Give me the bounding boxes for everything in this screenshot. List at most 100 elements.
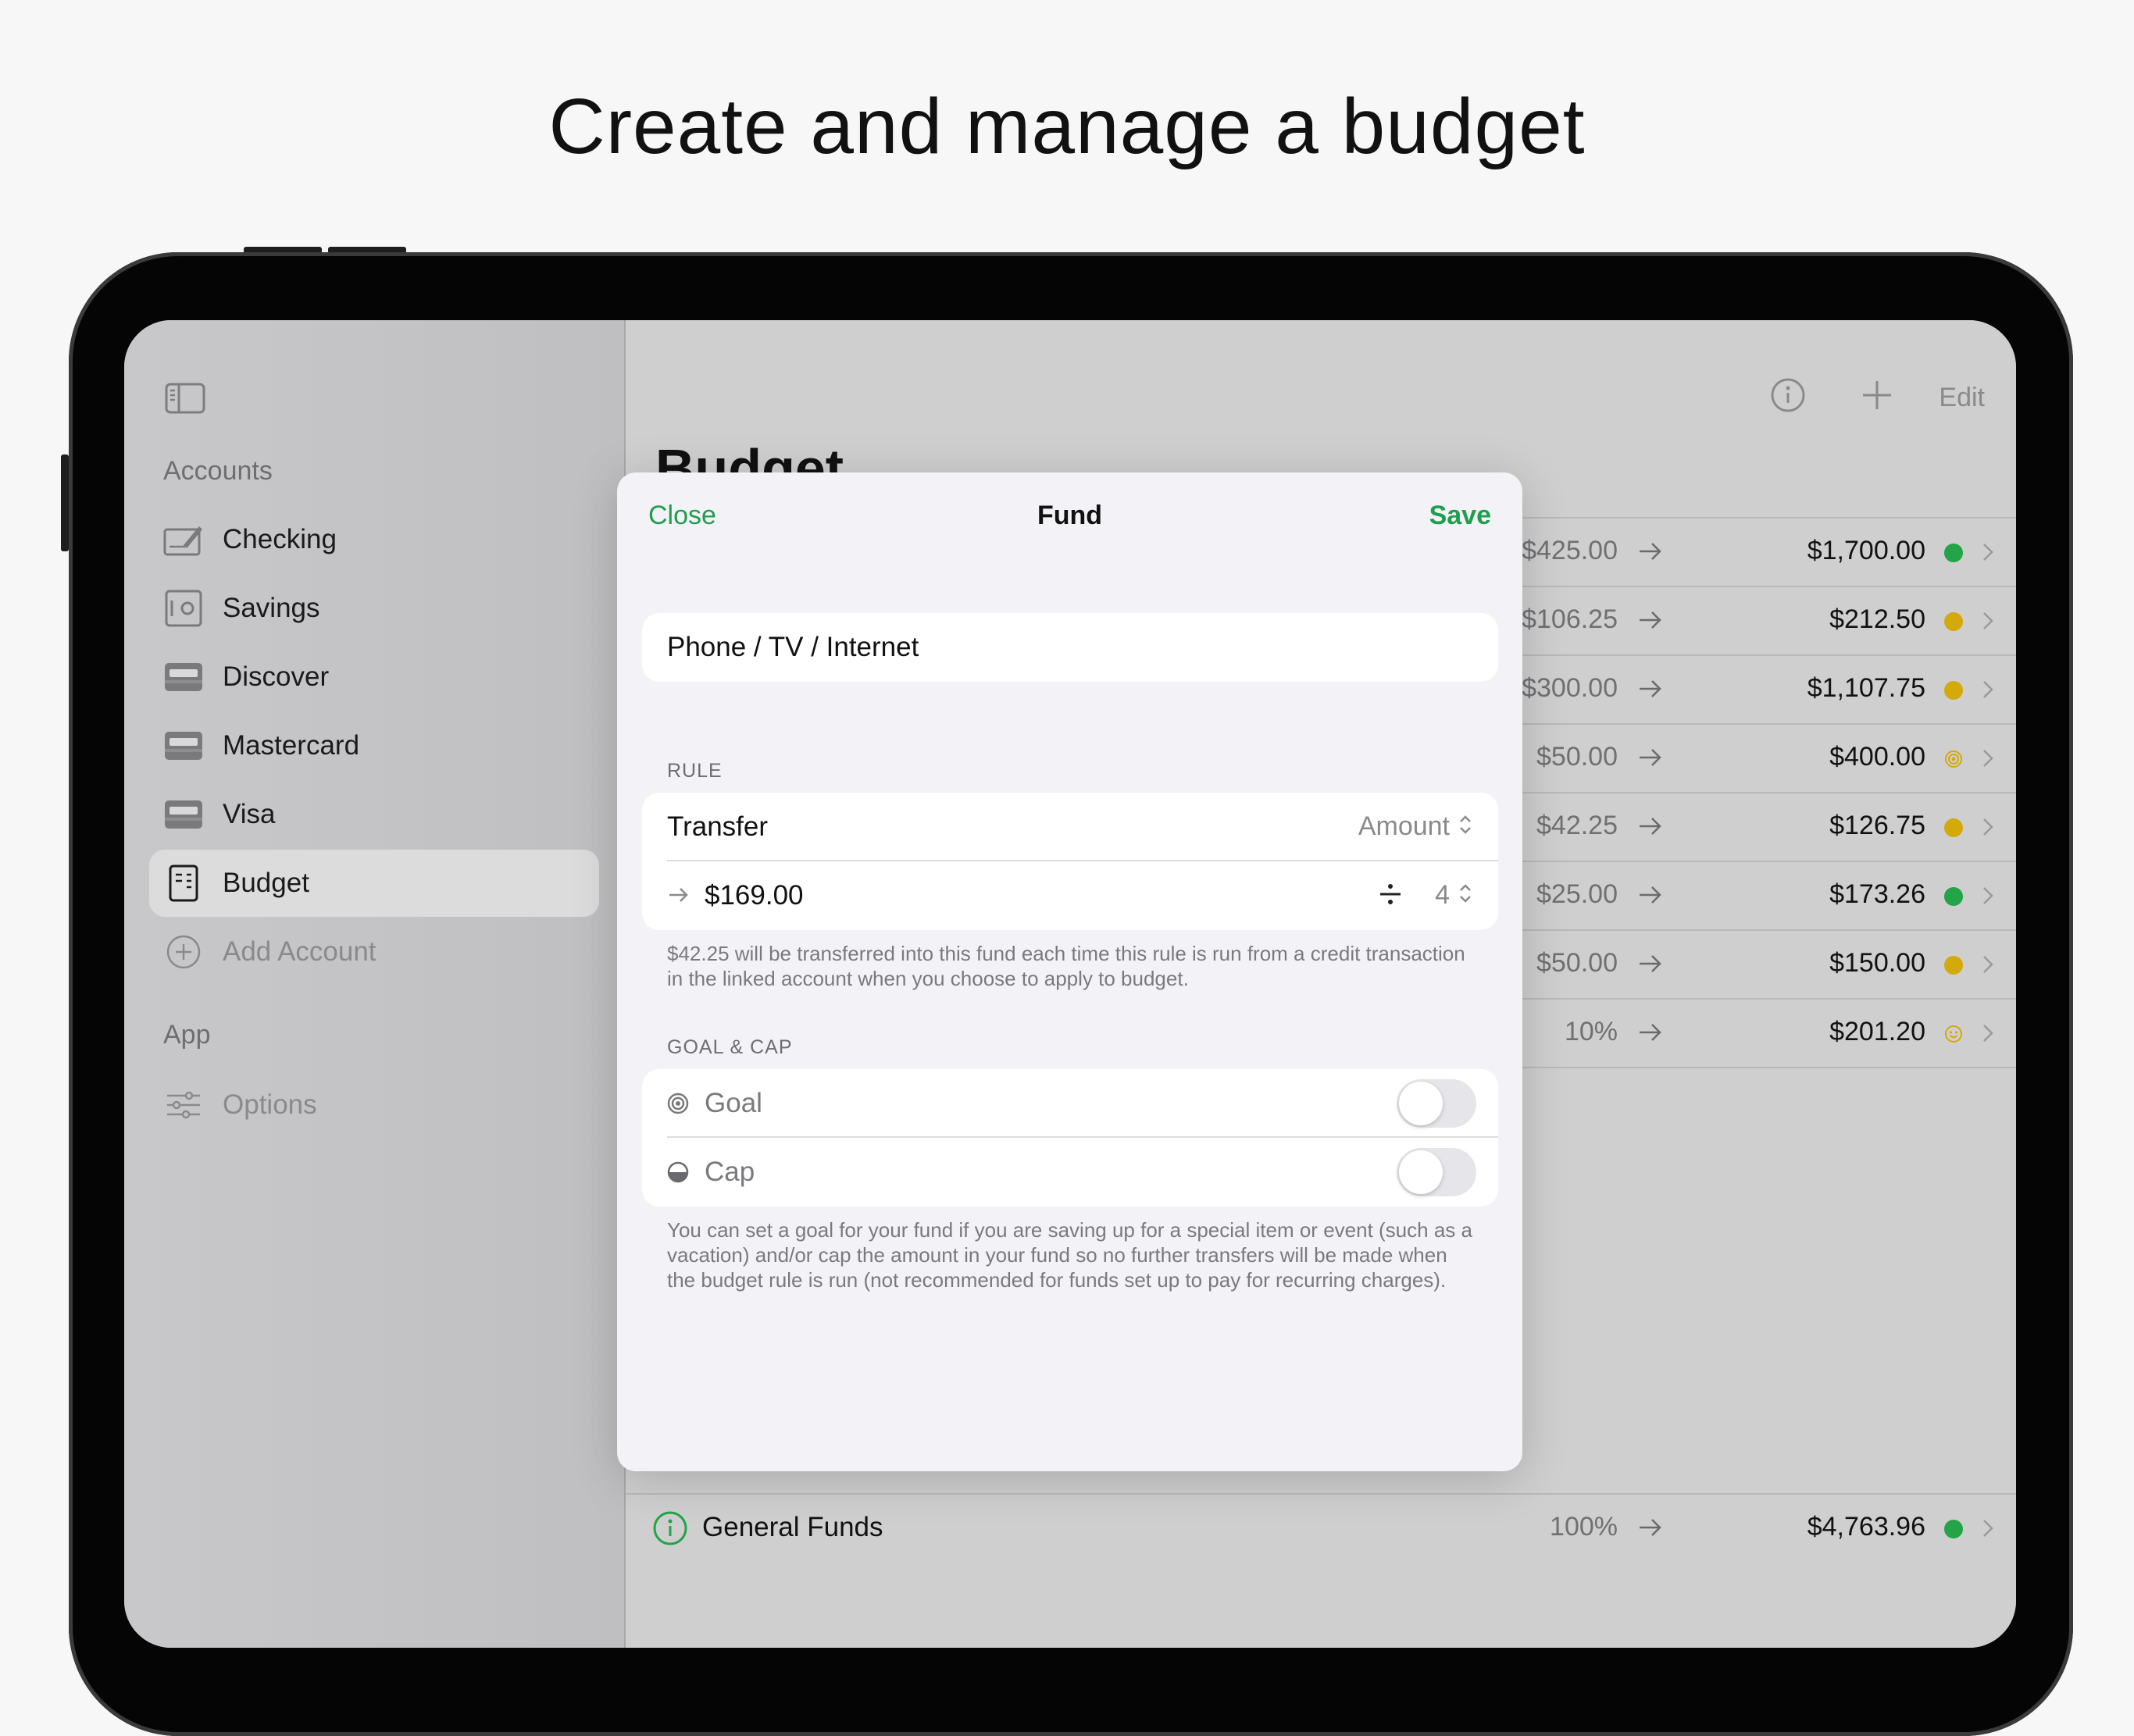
general-funds-row[interactable]: General Funds 100% $4,763.96	[626, 1493, 2016, 1648]
arrow-right-icon	[1636, 537, 1665, 569]
accounts-heading: Accounts	[163, 456, 273, 486]
arrow-right-icon	[1636, 606, 1665, 638]
divisor-stepper[interactable]: 4	[1435, 880, 1473, 911]
sidebar-item-options[interactable]: Options	[149, 1071, 599, 1139]
fund-rule-value: $300.00	[1522, 673, 1618, 703]
info-button[interactable]	[1769, 376, 1807, 418]
safe-icon	[163, 588, 204, 629]
sidebar-toggle-icon[interactable]	[165, 383, 205, 418]
chevron-right-icon	[1982, 886, 1994, 910]
half-circle-icon	[667, 1161, 689, 1187]
arrow-right-icon	[1636, 1018, 1665, 1050]
rule-section-label: RULE	[667, 760, 723, 782]
app-heading: App	[163, 1020, 211, 1050]
toggle-knob	[1399, 1082, 1443, 1125]
add-account-label: Add Account	[223, 936, 376, 967]
rule-footer: $42.25 will be transferred into this fun…	[667, 942, 1465, 990]
arrow-right-icon	[667, 883, 691, 911]
sidebar-item-mastercard[interactable]: Mastercard	[149, 712, 599, 779]
arrow-right-icon	[1636, 881, 1665, 913]
divider	[667, 1136, 1498, 1138]
card-icon	[163, 794, 204, 835]
fund-amount: $1,700.00	[1807, 536, 1925, 565]
plus-icon	[1861, 381, 1893, 414]
target-icon	[667, 1093, 689, 1118]
fund-rule-value: 10%	[1564, 1017, 1618, 1046]
fund-amount: $173.26	[1829, 879, 1925, 909]
sidebar-item-visa[interactable]: Visa	[149, 781, 599, 848]
fund-amount: $212.50	[1829, 604, 1925, 634]
goal-toggle[interactable]	[1397, 1079, 1476, 1128]
fund-name-value: Phone / TV / Internet	[667, 632, 919, 662]
fund-amount: $126.75	[1829, 811, 1925, 840]
transfer-type-picker[interactable]: Amount	[1358, 811, 1473, 842]
chevron-right-icon	[1982, 611, 1994, 635]
transfer-type-value: Amount	[1358, 811, 1450, 841]
divider	[667, 860, 1498, 861]
device-power-button	[61, 454, 69, 551]
status-dot	[1944, 956, 1963, 975]
save-button[interactable]: Save	[1429, 501, 1491, 531]
fund-rule-value: $25.00	[1536, 879, 1618, 909]
sidebar-item-label: Checking	[223, 524, 337, 554]
goal-label: Goal	[705, 1088, 762, 1118]
fund-amount: $201.20	[1829, 1017, 1925, 1046]
status-dot	[1944, 887, 1963, 906]
arrow-right-icon	[1636, 812, 1665, 844]
chevron-right-icon	[1982, 817, 1994, 841]
sidebar-item-label: Mastercard	[223, 730, 360, 761]
fund-amount: $1,107.75	[1807, 673, 1925, 703]
cap-label: Cap	[705, 1157, 755, 1187]
sidebar-item-savings[interactable]: Savings	[149, 575, 599, 642]
arrow-right-icon	[1636, 950, 1665, 982]
status-dot	[1944, 818, 1963, 837]
chevron-right-icon	[1982, 748, 1994, 772]
sidebar-item-label: Visa	[223, 799, 276, 829]
add-button[interactable]	[1861, 380, 1893, 415]
status-dot	[1944, 1520, 1963, 1538]
status-dot	[1944, 612, 1963, 631]
sidebar-item-label: Savings	[223, 593, 320, 623]
divide-icon	[1378, 880, 1403, 912]
modal-title: Fund	[1037, 501, 1103, 530]
sidebar-item-budget[interactable]: Budget	[149, 850, 599, 917]
sidebar-item-checking[interactable]: Checking	[149, 506, 599, 573]
sidebar-item-discover[interactable]: Discover	[149, 643, 599, 711]
status-dot	[1944, 681, 1963, 700]
sidebar-item-label: Options	[223, 1089, 317, 1120]
rule-card: Transfer Amount $169.00 4	[642, 793, 1498, 930]
fund-amount: $400.00	[1829, 742, 1925, 772]
fund-rule-value: $106.25	[1522, 604, 1618, 634]
app-screen: Accounts Checking Savings Discover Maste…	[124, 320, 2016, 1648]
checkbook-icon	[163, 519, 204, 560]
fund-rule-value: $425.00	[1522, 536, 1618, 565]
info-circle-icon[interactable]	[652, 1510, 688, 1550]
goal-cap-section-label: GOAL & CAP	[667, 1036, 793, 1058]
arrow-right-icon	[1636, 1513, 1665, 1545]
general-funds-amount: $4,763.96	[1807, 1512, 1925, 1542]
fund-amount: $150.00	[1829, 948, 1925, 978]
transfer-amount-input[interactable]: $169.00	[705, 880, 804, 911]
sliders-icon	[163, 1085, 204, 1125]
fund-name-field[interactable]: Phone / TV / Internet	[642, 613, 1498, 682]
chevron-updown-icon	[1458, 813, 1473, 840]
sidebar-item-label: Budget	[223, 868, 309, 898]
divisor-value: 4	[1435, 880, 1450, 910]
general-funds-label: General Funds	[702, 1512, 883, 1542]
fund-rule-value: $50.00	[1536, 948, 1618, 978]
plus-circle-icon	[163, 932, 204, 972]
fund-rule-value: $42.25	[1536, 811, 1618, 840]
sidebar-item-label: Discover	[223, 661, 330, 692]
cap-toggle[interactable]	[1397, 1148, 1476, 1196]
goal-status-icon	[1944, 750, 1963, 768]
chevron-updown-icon	[1458, 882, 1473, 909]
chevron-right-icon	[1982, 542, 1994, 566]
add-account-button[interactable]: Add Account	[149, 918, 599, 986]
sidebar: Accounts Checking Savings Discover Maste…	[124, 320, 626, 1648]
card-icon	[163, 657, 204, 697]
card-icon	[163, 725, 204, 766]
edit-button[interactable]: Edit	[1939, 383, 1985, 413]
transfer-label: Transfer	[667, 811, 769, 842]
chevron-right-icon	[1982, 1023, 1994, 1047]
goal-cap-card: Goal Cap	[642, 1069, 1498, 1207]
